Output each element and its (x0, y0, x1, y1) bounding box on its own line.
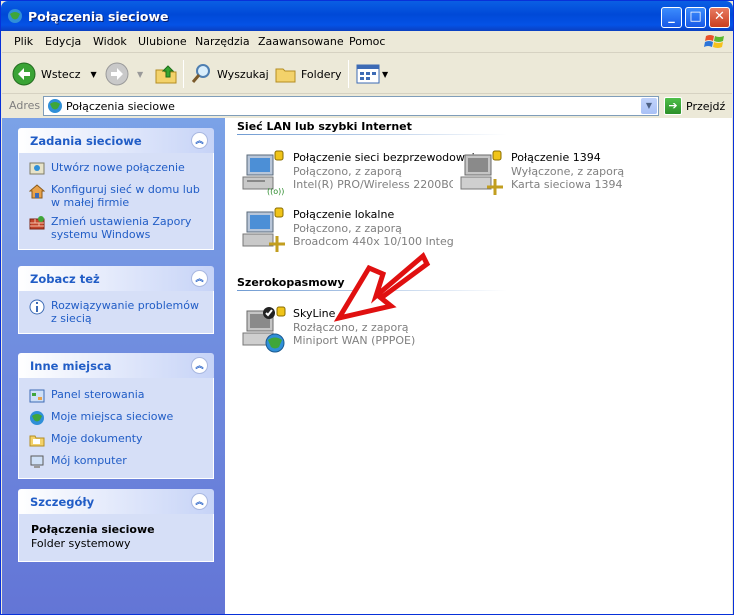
forward-arrow-icon (105, 62, 129, 86)
red-arrow-annotation (333, 252, 431, 322)
see-also-panel: Zobacz też ︽ Rozwiązywanie problemów z si… (18, 266, 214, 334)
menu-view[interactable]: Widok (93, 35, 127, 48)
folders-button[interactable]: Foldery (274, 60, 342, 88)
search-icon (191, 64, 210, 83)
network-connections-icon (8, 9, 22, 23)
menu-bar: Plik Edycja Widok Ulubione Narzędzia Zaa… (2, 31, 732, 53)
menu-tools[interactable]: Narzędzia (195, 35, 250, 48)
back-dropdown-icon[interactable]: ▼ (91, 70, 97, 79)
address-label: Adres (9, 99, 41, 112)
menu-file[interactable]: Plik (14, 35, 33, 48)
other-places-panel: Inne miejsca ︽ Panel sterowania Moje miej… (18, 353, 214, 479)
my-network-places-link[interactable]: Moje miejsca sieciowe (29, 410, 205, 426)
network-tasks-header[interactable]: Zadania sieciowe ︽ (18, 128, 214, 153)
menu-favorites[interactable]: Ulubione (138, 35, 187, 48)
network-folder-icon (48, 99, 62, 113)
address-input[interactable]: Połączenia sieciowe ▼ (43, 96, 659, 116)
wireless-connection-icon: ((o)) (242, 150, 284, 196)
maximize-button[interactable]: □ (685, 7, 706, 28)
firewall-icon (29, 216, 45, 230)
go-button[interactable]: ➔ Przejdź (664, 97, 725, 115)
control-panel-icon (29, 389, 45, 403)
title-bar[interactable]: Połączenia sieciowe _ □ ✕ (1, 1, 733, 31)
views-button[interactable]: ▼ (356, 60, 388, 88)
address-dropdown-icon[interactable]: ▼ (641, 98, 657, 114)
local-connection-icon (242, 207, 285, 252)
other-places-header[interactable]: Inne miejsca ︽ (18, 353, 214, 378)
new-connection-icon (29, 162, 45, 175)
troubleshoot-link[interactable]: Rozwiązywanie problemów z siecią (29, 299, 205, 325)
collapse-chevron-icon[interactable]: ︽ (191, 357, 208, 374)
close-button[interactable]: ✕ (709, 7, 730, 28)
address-bar: Adres Połączenia sieciowe ▼ ➔ Przejdź (2, 95, 732, 117)
group-lan-title: Sieć LAN lub szybki Internet (237, 120, 412, 133)
up-folder-button[interactable] (154, 60, 178, 88)
forward-button[interactable]: ▼ (105, 60, 143, 88)
computer-icon (30, 455, 44, 468)
details-header[interactable]: Szczegóły ︽ (18, 489, 214, 514)
svg-text:((o)): ((o)) (267, 187, 284, 196)
back-arrow-icon (12, 62, 36, 86)
up-folder-icon (155, 65, 177, 84)
window-title: Połączenia sieciowe (28, 9, 169, 24)
info-icon (29, 299, 45, 315)
group-divider (237, 134, 507, 135)
forward-dropdown-icon[interactable]: ▼ (137, 70, 143, 79)
control-panel-link[interactable]: Panel sterowania (29, 388, 205, 404)
go-arrow-icon: ➔ (664, 97, 682, 115)
details-type: Folder systemowy (31, 537, 131, 550)
task-pane: Zadania sieciowe ︽ Utwórz nowe połączenie… (2, 118, 225, 614)
toolbar: Wstecz ▼ ▼ Wyszukaj Foldery ▼ (2, 54, 732, 94)
my-computer-link[interactable]: Mój komputer (29, 454, 205, 470)
collapse-chevron-icon[interactable]: ︽ (191, 270, 208, 287)
broadband-connection-icon (242, 306, 286, 353)
connections-view: Sieć LAN lub szybki Internet ((o)) Połąc… (225, 118, 732, 614)
home-network-link[interactable]: Konfiguruj sieć w domu lub w małej firmi… (29, 183, 205, 209)
menu-edit[interactable]: Edycja (45, 35, 81, 48)
search-button[interactable]: Wyszukaj (190, 60, 269, 88)
create-connection-link[interactable]: Utwórz nowe połączenie (29, 161, 205, 177)
connection-wireless[interactable]: ((o)) Połączenie sieci bezprzewodowej Po… (239, 149, 475, 201)
network-places-icon (30, 411, 44, 425)
collapse-chevron-icon[interactable]: ︽ (191, 493, 208, 510)
back-button[interactable]: Wstecz ▼ (12, 60, 97, 88)
collapse-chevron-icon[interactable]: ︽ (191, 132, 208, 149)
views-icon (356, 64, 380, 84)
firewall-settings-link[interactable]: Zmień ustawienia Zapory systemu Windows (29, 215, 205, 241)
see-also-header[interactable]: Zobacz też ︽ (18, 266, 214, 291)
details-name: Połączenia sieciowe (31, 523, 155, 536)
documents-folder-icon (29, 435, 45, 447)
disabled-connection-icon (460, 150, 503, 195)
explorer-window: Połączenia sieciowe _ □ ✕ Plik Edycja Wi… (0, 0, 734, 615)
menu-advanced[interactable]: Zaawansowane (258, 35, 344, 48)
connection-1394[interactable]: Połączenie 1394 Wyłączone, z zaporą Kart… (457, 149, 672, 201)
my-documents-link[interactable]: Moje dokumenty (29, 432, 205, 448)
minimize-button[interactable]: _ (661, 7, 682, 28)
network-tasks-panel: Zadania sieciowe ︽ Utwórz nowe połączenie… (18, 128, 214, 250)
home-network-icon (29, 184, 45, 199)
folders-icon (275, 68, 296, 83)
details-panel: Szczegóły ︽ Połączenia sieciowe Folder sy… (18, 489, 214, 562)
windows-logo-icon (704, 35, 724, 48)
views-dropdown-icon[interactable]: ▼ (382, 70, 388, 79)
menu-help[interactable]: Pomoc (349, 35, 385, 48)
